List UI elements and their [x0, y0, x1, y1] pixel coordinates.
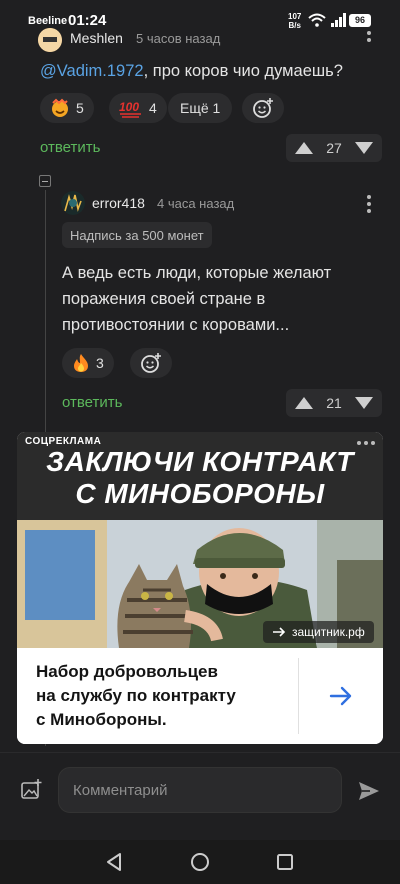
downvote-icon[interactable]	[354, 141, 374, 155]
comment-username[interactable]: Meshlen	[70, 30, 123, 46]
fire-icon	[74, 354, 88, 372]
reply-link[interactable]: ответить	[40, 139, 100, 156]
reaction-button[interactable]: 100 4	[109, 93, 167, 123]
user-mention-link[interactable]: @Vadim.1972	[40, 62, 144, 80]
arrow-right-icon	[273, 627, 286, 637]
ad-domain-link[interactable]: защитник.рф	[263, 621, 374, 643]
add-reaction-button[interactable]	[130, 348, 172, 378]
reaction-button[interactable]: 3	[62, 348, 114, 378]
comment-menu-icon[interactable]	[367, 31, 371, 45]
rating-count: 27	[326, 140, 342, 156]
system-navigation-bar	[0, 840, 400, 884]
svg-text:100: 100	[119, 100, 139, 114]
arrow-right-icon	[329, 686, 352, 706]
comment-time: 5 часов назад	[136, 31, 221, 46]
ad-banner[interactable]: СОЦРЕКЛАМА ЗАКЛЮЧИ КОНТРАКТ С МИНОБОРОНЫ	[17, 432, 383, 744]
clock: 01:24	[68, 12, 107, 29]
add-reaction-icon	[253, 98, 273, 118]
wifi-icon	[308, 13, 326, 27]
avatar[interactable]	[38, 28, 62, 52]
reply-link[interactable]: ответить	[62, 394, 122, 411]
paid-badge: Надпись за 500 монет	[62, 222, 212, 248]
comment-menu-icon[interactable]	[367, 195, 371, 216]
reaction-button[interactable]: 5	[40, 93, 94, 123]
signal-icon	[331, 13, 346, 27]
comment-time: 4 часа назад	[157, 196, 235, 211]
ad-footer: Набор добровольцев на службу по контракт…	[17, 648, 383, 744]
add-reaction-button[interactable]	[242, 93, 284, 123]
ad-description: Набор добровольцев на службу по контракт…	[36, 662, 236, 729]
home-icon[interactable]	[190, 852, 210, 872]
vote-control: 27	[286, 134, 382, 162]
vote-control: 21	[286, 389, 382, 417]
upvote-icon[interactable]	[294, 396, 314, 410]
ad-open-button[interactable]	[317, 678, 365, 714]
add-reaction-icon	[141, 353, 161, 373]
smiling-face-icon	[52, 98, 68, 117]
upvote-icon[interactable]	[294, 141, 314, 155]
ad-headline: ЗАКЛЮЧИ КОНТРАКТ С МИНОБОРОНЫ	[46, 446, 354, 509]
more-reactions-button[interactable]: Ещё 1	[168, 93, 233, 123]
carrier-name: Beeline	[28, 15, 68, 27]
hundred-points-icon: 100	[119, 100, 141, 118]
back-icon[interactable]	[105, 852, 123, 872]
comment-username[interactable]: error418	[92, 195, 145, 211]
collapse-thread-button[interactable]	[39, 175, 51, 187]
recents-icon[interactable]	[276, 853, 294, 871]
avatar[interactable]	[61, 191, 85, 215]
attach-image-icon[interactable]	[20, 779, 42, 801]
comment-input[interactable]: Комментарий	[58, 767, 342, 813]
comment-composer: Комментарий	[0, 752, 400, 840]
ad-menu-icon[interactable]	[357, 441, 375, 445]
comment-text: А ведь есть люди, которые желают поражен…	[62, 264, 332, 334]
ad-divider	[298, 658, 299, 734]
downvote-icon[interactable]	[354, 396, 374, 410]
ad-header: СОЦРЕКЛАМА ЗАКЛЮЧИ КОНТРАКТ С МИНОБОРОНЫ	[17, 432, 383, 520]
rating-count: 21	[326, 395, 342, 411]
network-speed: 107 B/s	[288, 12, 302, 30]
send-icon[interactable]	[358, 781, 380, 801]
comment-text: @Vadim.1972, про коров чио думаешь?	[40, 62, 343, 80]
battery-indicator: 96	[349, 14, 371, 27]
